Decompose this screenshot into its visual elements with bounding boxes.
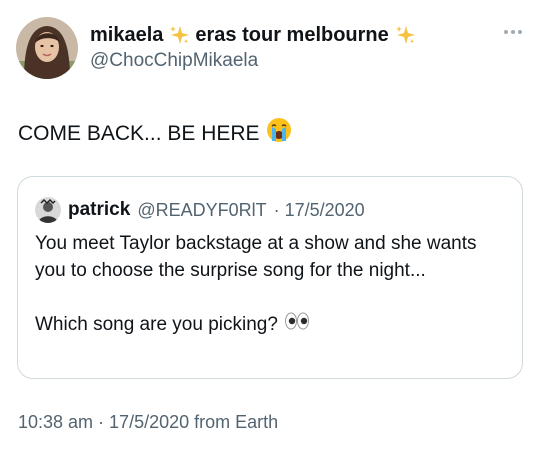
quoted-author-name[interactable]: patrick — [68, 199, 130, 221]
author-name-suffix[interactable]: eras tour melbourne — [195, 22, 388, 48]
quoted-avatar[interactable] — [35, 197, 61, 223]
sparkles-icon — [168, 24, 190, 46]
quoted-tweet-text: You meet Taylor backstage at a show and … — [35, 230, 505, 338]
tweet-text: COME BACK... BE HERE — [18, 117, 292, 151]
author-name[interactable]: mikaela — [90, 22, 163, 48]
quoted-text-question: Which song are you picking? — [35, 311, 505, 338]
avatar[interactable] — [16, 17, 78, 79]
sparkles-icon — [394, 24, 416, 46]
tweet-timestamp[interactable]: 10:38 am · 17/5/2020 from Earth — [18, 412, 278, 433]
quoted-tweet-header: patrick @READYF0RlT · 17/5/2020 — [35, 197, 365, 223]
quoted-question-text: Which song are you picking? — [35, 314, 278, 335]
tweet-header: mikaela eras tour melbourne @ChocChipMik… — [90, 22, 500, 73]
quoted-author-handle[interactable]: @READYF0RlT — [137, 200, 266, 221]
author-handle[interactable]: @ChocChipMikaela — [90, 49, 500, 73]
quoted-date[interactable]: · 17/5/2020 — [274, 200, 365, 221]
quoted-text-line: You meet Taylor backstage at a show and … — [35, 233, 477, 281]
timestamp-link[interactable]: 10:38 am · 17/5/2020 from Earth — [18, 412, 278, 432]
crying-face-icon — [266, 117, 292, 151]
quoted-tweet[interactable]: patrick @READYF0RlT · 17/5/2020 You meet… — [17, 176, 523, 379]
eyes-icon — [284, 311, 310, 338]
tweet: mikaela eras tour melbourne @ChocChipMik… — [0, 0, 540, 458]
tweet-text-content: COME BACK... BE HERE — [18, 122, 260, 145]
more-options-icon[interactable] — [504, 30, 522, 34]
author-name-row[interactable]: mikaela eras tour melbourne — [90, 22, 500, 48]
